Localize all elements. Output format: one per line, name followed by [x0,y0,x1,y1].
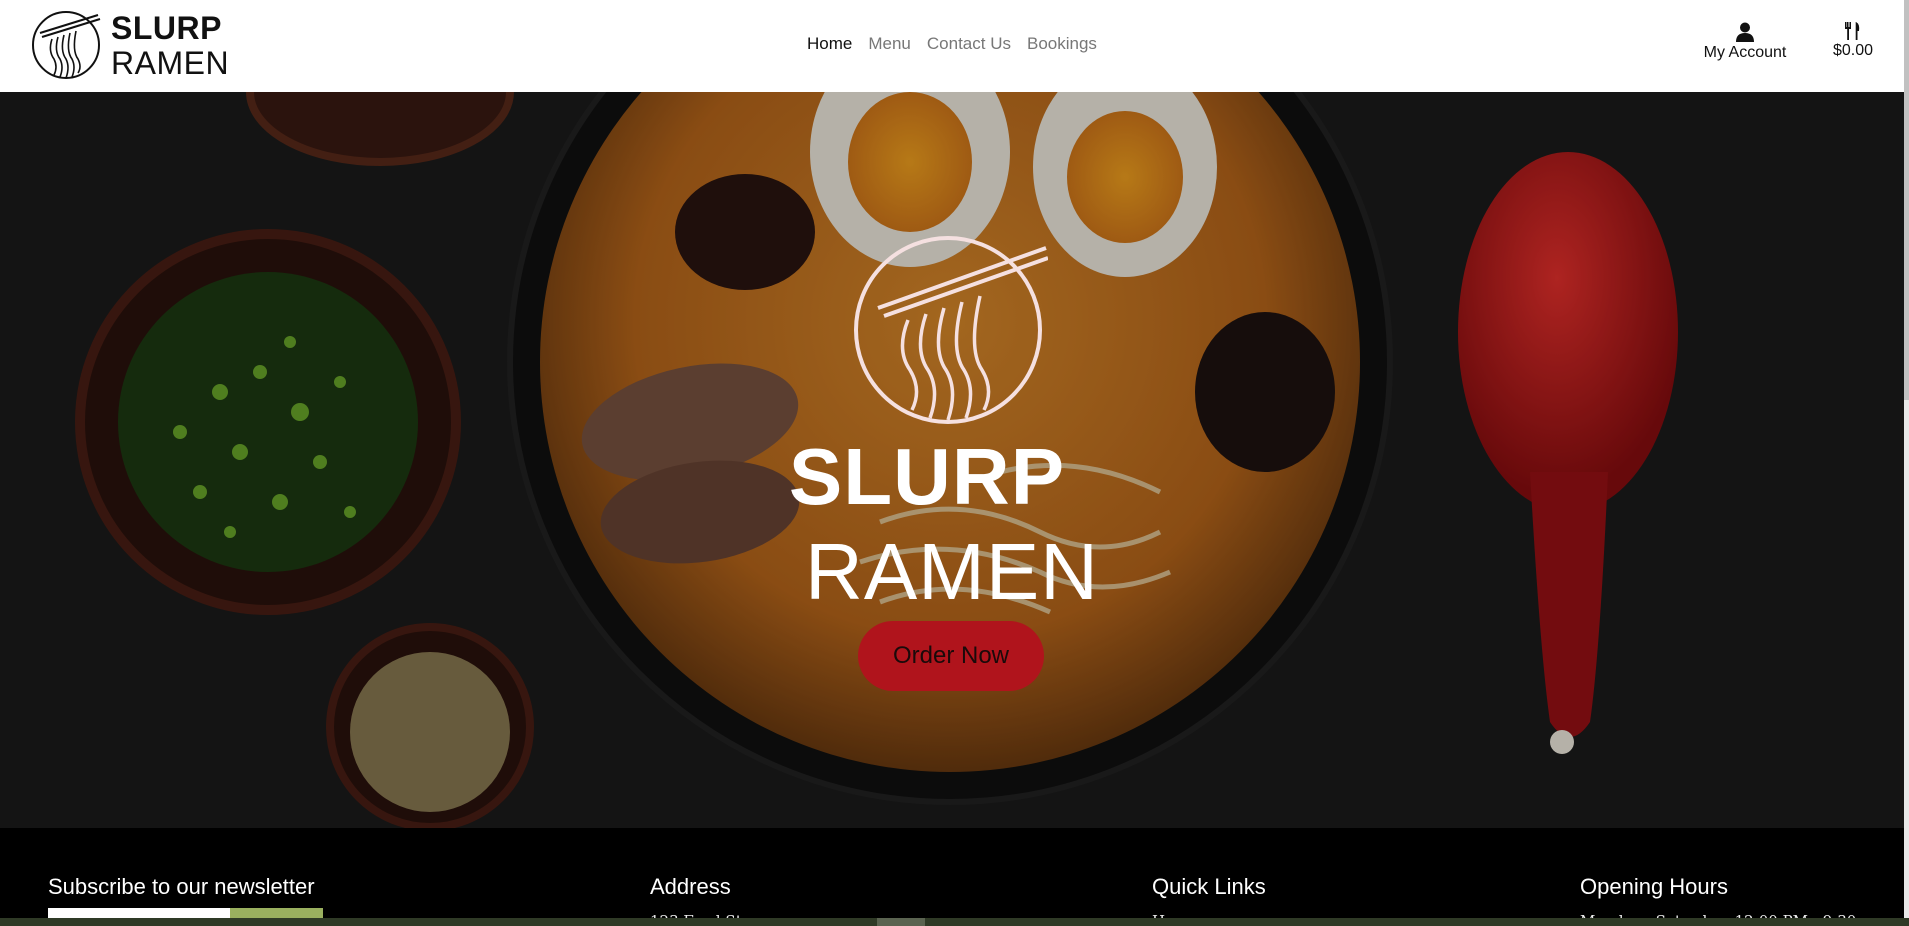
hero-title-line2: RAMEN [805,527,1099,616]
logo-text: SLURP RAMEN [111,12,229,79]
nav-contact-us[interactable]: Contact Us [927,34,1011,54]
logo-line1: SLURP [111,9,222,46]
utensils-icon [1845,22,1860,40]
page-scrollbar[interactable] [1904,0,1909,926]
nav-bookings[interactable]: Bookings [1027,34,1097,54]
site-header: SLURP RAMEN Home Menu Contact Us Booking… [0,0,1904,92]
opening-hours-title: Opening Hours [1580,874,1728,899]
my-account-link[interactable]: My Account [1700,22,1790,62]
newsletter-section: Subscribe to our newsletter [48,874,315,900]
nav-menu[interactable]: Menu [868,34,911,54]
site-logo[interactable]: SLURP RAMEN [30,9,229,81]
user-icon [1736,22,1754,42]
hero-section: SLURP RAMEN Order Now [0,92,1904,828]
ramen-logo-icon [32,11,101,79]
logo-line2: RAMEN [111,44,230,81]
address-title: Address [650,874,731,899]
my-account-label: My Account [1703,44,1787,61]
cart-total: $0.00 [1832,42,1874,59]
quick-links-title: Quick Links [1152,874,1266,899]
taskbar-item[interactable] [877,918,925,926]
hero-content: SLURP RAMEN Order Now [0,92,1904,828]
main-nav: Home Menu Contact Us Bookings [807,34,1097,54]
site-footer: Subscribe to our newsletter Address 123 … [0,828,1904,926]
hero-title-line1: SLURP [788,432,1066,521]
os-taskbar [0,918,1909,926]
cart-link[interactable]: $0.00 [1828,22,1878,60]
ramen-emblem-icon [854,236,1048,424]
nav-home[interactable]: Home [807,34,852,54]
order-now-button[interactable]: Order Now [858,621,1044,691]
scrollbar-thumb[interactable] [1904,0,1909,400]
newsletter-title: Subscribe to our newsletter [48,874,315,899]
